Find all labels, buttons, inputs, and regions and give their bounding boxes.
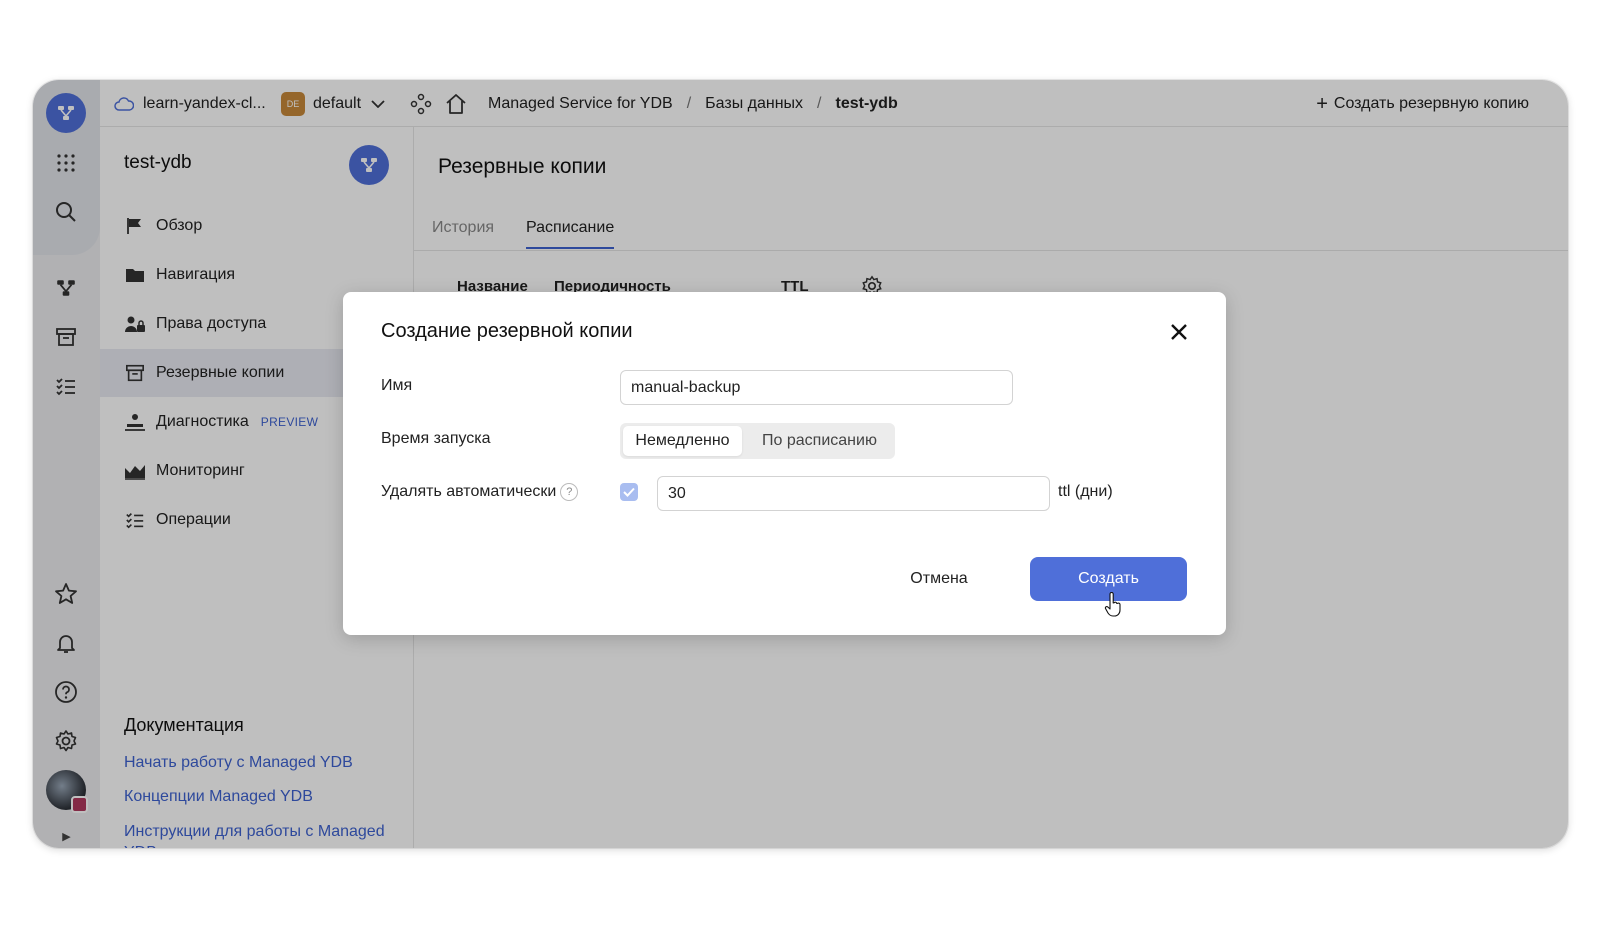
create-backup-dialog: Создание резервной копии Имя Время запус… bbox=[343, 292, 1226, 635]
ttl-unit-label: ttl (дни) bbox=[1058, 483, 1113, 500]
ttl-input[interactable] bbox=[657, 476, 1050, 511]
help-icon[interactable]: ? bbox=[560, 483, 579, 501]
cancel-button[interactable]: Отмена bbox=[889, 557, 989, 601]
name-label: Имя bbox=[381, 377, 413, 394]
auto-delete-label: Удалять автоматически ? bbox=[381, 483, 579, 501]
auto-delete-text: Удалять автоматически bbox=[381, 483, 557, 500]
auto-delete-checkbox[interactable] bbox=[620, 483, 638, 501]
name-input[interactable] bbox=[620, 370, 1013, 405]
close-icon[interactable] bbox=[1165, 318, 1193, 346]
start-scheduled-option[interactable]: По расписанию bbox=[748, 426, 891, 456]
hand-pointer-cursor-icon bbox=[1104, 591, 1122, 623]
dialog-title: Создание резервной копии bbox=[381, 320, 633, 342]
start-immediately-option[interactable]: Немедленно bbox=[623, 426, 742, 456]
start-time-label: Время запуска bbox=[381, 430, 491, 447]
start-time-switch: Немедленно По расписанию bbox=[620, 423, 895, 459]
